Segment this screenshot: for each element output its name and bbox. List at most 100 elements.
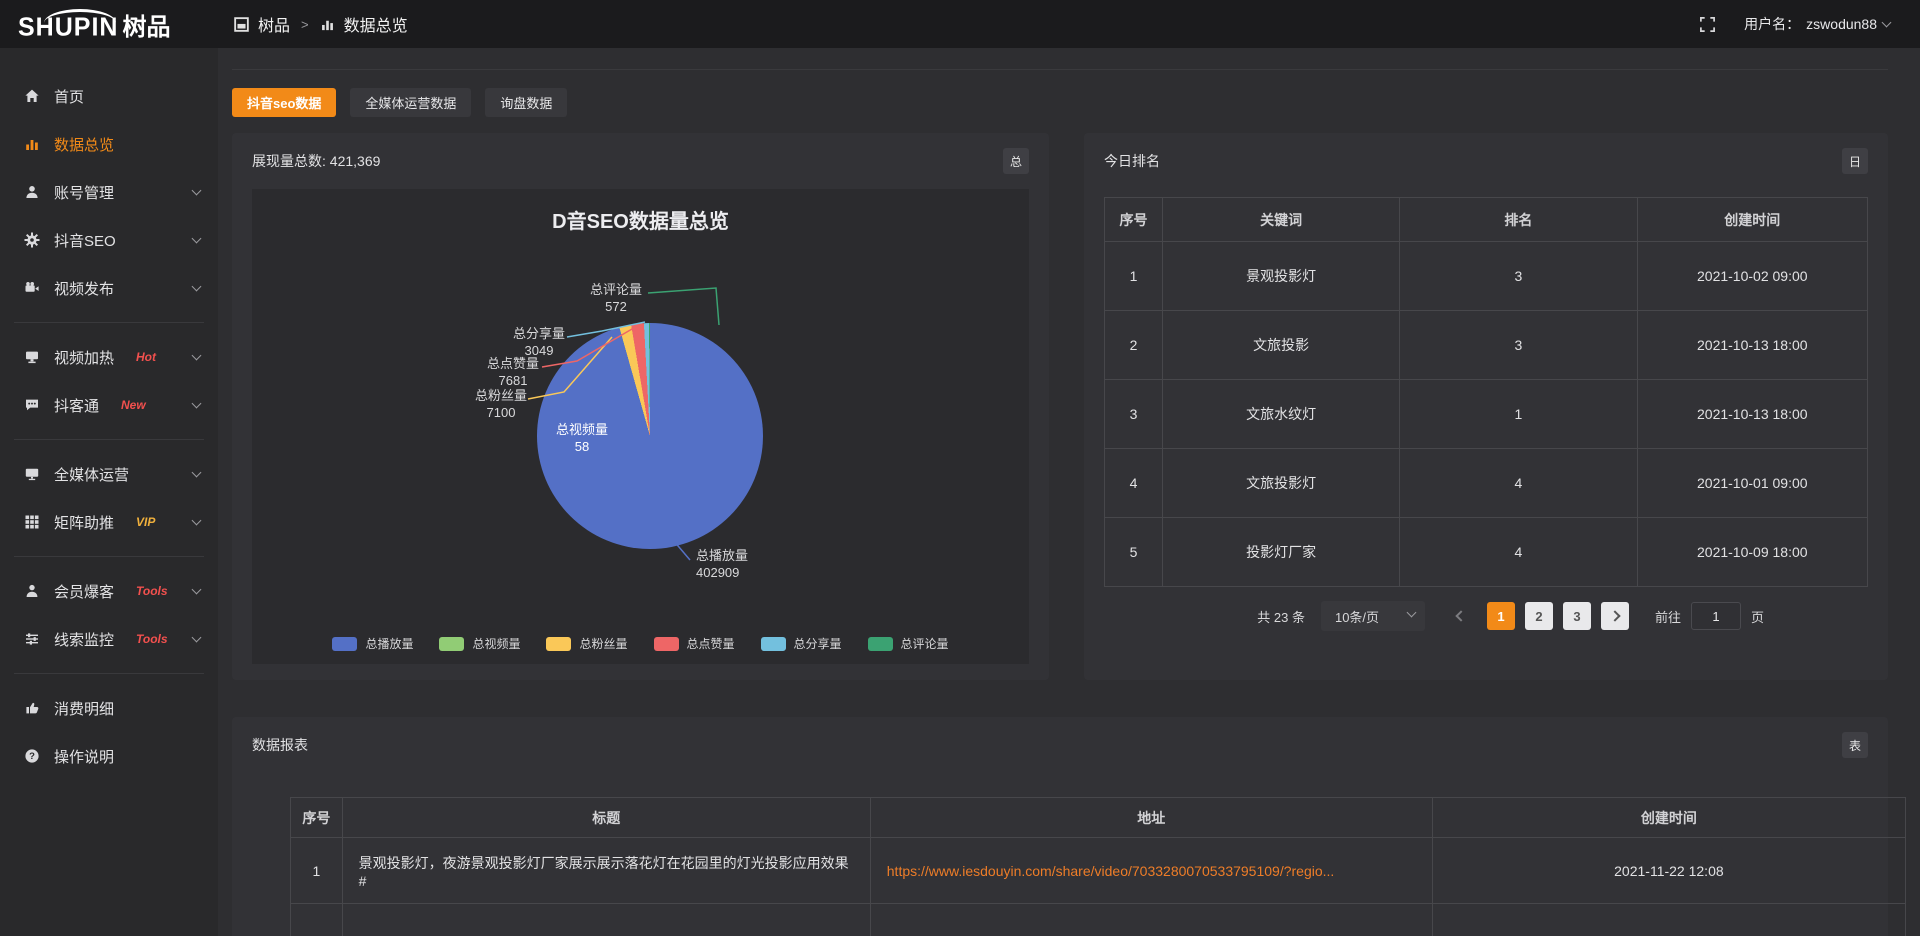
- chevron-down-icon: [192, 515, 202, 525]
- cell-title: [342, 904, 870, 936]
- chevron-down-icon: [192, 233, 202, 243]
- tab-media-operation[interactable]: 全媒体运营数据: [350, 88, 471, 117]
- breadcrumb-root[interactable]: 树品: [258, 12, 290, 36]
- legend-item-总分享量[interactable]: 总分享量: [761, 635, 842, 652]
- monitor-icon: [24, 466, 40, 482]
- fullscreen-icon[interactable]: [1699, 16, 1716, 33]
- sidebar-item-label: 抖客通: [54, 395, 99, 416]
- chat-icon: [24, 397, 40, 413]
- chevron-down-icon: [1882, 17, 1892, 27]
- username-value: zswodun88: [1806, 16, 1877, 32]
- ranking-table: 序号 关键词 排名 创建时间 1 景观投影灯 3 2021-10-02 09:0…: [1104, 197, 1868, 587]
- app-logo: SHUPIN 树品: [0, 7, 218, 42]
- sidebar-item-video-heat[interactable]: 视频加热 Hot: [0, 333, 218, 381]
- chart-title: D音SEO数据量总览: [252, 205, 1029, 234]
- sidebar-item-label: 会员爆客: [54, 581, 114, 602]
- daily-view-button[interactable]: 日: [1842, 148, 1868, 174]
- sidebar-item-label: 线索监控: [54, 629, 114, 650]
- video-link[interactable]: https://www.iesdouyin.com/share/video/70…: [887, 863, 1335, 879]
- prev-page-button[interactable]: [1447, 602, 1475, 630]
- table-row: 1 景观投影灯，夜游景观投影灯厂家展示展示落花灯在花园里的灯光投影应用效果 # …: [291, 838, 1906, 904]
- sidebar-item-label: 账号管理: [54, 182, 114, 203]
- username-dropdown[interactable]: 用户名： zswodun88: [1744, 14, 1890, 34]
- legend-swatch: [761, 637, 786, 651]
- legend-item-总播放量[interactable]: 总播放量: [332, 635, 413, 652]
- legend-swatch: [654, 637, 679, 651]
- page-button-3[interactable]: 3: [1563, 602, 1591, 630]
- chevron-down-icon: [192, 398, 202, 408]
- page-button-2[interactable]: 2: [1525, 602, 1553, 630]
- sidebar-item-matrix-boost[interactable]: 矩阵助推 VIP: [0, 498, 218, 546]
- header-divider: [232, 48, 1888, 70]
- table-row: 3 文旅水纹灯 1 2021-10-13 18:00: [1105, 380, 1868, 449]
- legend-swatch: [332, 637, 357, 651]
- page-size-select[interactable]: 10条/页: [1321, 601, 1425, 631]
- report-table: 序号 标题 地址 创建时间 1 景观投影灯，夜游景观投影灯厂家展示展示落花灯在花…: [290, 797, 1906, 936]
- chart-panel-header: 展现量总数: 421,369 总: [232, 133, 1049, 189]
- thumb-icon: [24, 700, 40, 716]
- report-panel-header: 数据报表 表: [252, 717, 1868, 773]
- sidebar-item-video-publish[interactable]: 视频发布: [0, 264, 218, 312]
- total-count: 共 23 条: [1257, 607, 1305, 626]
- grid-icon: [24, 514, 40, 530]
- sidebar-item-label: 操作说明: [54, 746, 114, 767]
- legend-label: 总评论量: [901, 635, 949, 652]
- sidebar-item-account[interactable]: 账号管理: [0, 168, 218, 216]
- cell-seq: 1: [1105, 242, 1163, 311]
- legend-item-总点赞量[interactable]: 总点赞量: [654, 635, 735, 652]
- table-view-button[interactable]: 表: [1842, 732, 1868, 758]
- next-page-button[interactable]: [1601, 602, 1629, 630]
- page-button-1[interactable]: 1: [1487, 602, 1515, 630]
- pie-label-总点赞量: 总点赞量7681: [443, 355, 583, 389]
- legend-item-总评论量[interactable]: 总评论量: [868, 635, 949, 652]
- sidebar-item-consumption-detail[interactable]: 消费明细: [0, 684, 218, 732]
- sidebar-item-douketong[interactable]: 抖客通 New: [0, 381, 218, 429]
- tab-inquiry[interactable]: 询盘数据: [485, 88, 567, 117]
- goto-page-input[interactable]: [1691, 602, 1741, 630]
- logo-text-en: SHUPIN: [18, 12, 118, 42]
- sidebar-item-label: 消费明细: [54, 698, 114, 719]
- pie-label-总粉丝量: 总粉丝量7100: [431, 387, 571, 421]
- breadcrumb-separator: >: [301, 17, 309, 32]
- cell-created: 2021-11-22 12:08: [1432, 838, 1905, 904]
- sidebar-item-douyin-seo[interactable]: 抖音SEO: [0, 216, 218, 264]
- cell-created: 2021-10-01 09:00: [1637, 449, 1867, 518]
- pagination: 共 23 条 10条/页 1 2 3 前往 页: [1104, 601, 1868, 631]
- sidebar-divider: [14, 439, 204, 440]
- sidebar-item-clue-monitor[interactable]: 线索监控 Tools: [0, 615, 218, 663]
- legend-swatch: [546, 637, 571, 651]
- legend-label: 总视频量: [472, 635, 520, 652]
- legend-label: 总分享量: [794, 635, 842, 652]
- breadcrumb-current: 数据总览: [344, 12, 408, 36]
- tab-douyin-seo[interactable]: 抖音seo数据: [232, 88, 336, 117]
- chevron-down-icon: [192, 281, 202, 291]
- cell-keyword: 文旅投影: [1162, 311, 1399, 380]
- svg-text:?: ?: [29, 751, 35, 762]
- chevron-left-icon: [1455, 610, 1466, 621]
- sidebar-item-home[interactable]: 首页: [0, 72, 218, 120]
- sidebar-item-data-overview[interactable]: 数据总览: [0, 120, 218, 168]
- sidebar-item-label: 视频加热: [54, 347, 114, 368]
- cell-keyword: 景观投影灯: [1162, 242, 1399, 311]
- cell-created: 2021-10-02 09:00: [1637, 242, 1867, 311]
- cell-keyword: 投影灯厂家: [1162, 518, 1399, 587]
- data-report-panel: 数据报表 表 序号 标题 地址 创建时间 1 景观投影灯，夜游景观投影灯厂家展示…: [232, 717, 1888, 936]
- legend-item-总视频量[interactable]: 总视频量: [439, 635, 520, 652]
- sidebar-item-media-operation[interactable]: 全媒体运营: [0, 450, 218, 498]
- app-window: SHUPIN 树品 树品 > 数据总览 用户名： zswodun88: [0, 0, 1920, 936]
- total-view-button[interactable]: 总: [1003, 148, 1029, 174]
- douyin-seo-chart-panel: 展现量总数: 421,369 总 D音SEO数据量总览 总播放量402909总视…: [232, 133, 1049, 680]
- sidebar-item-label: 抖音SEO: [54, 230, 116, 251]
- sidebar-item-help[interactable]: ? 操作说明: [0, 732, 218, 780]
- table-row-partial: [291, 904, 1906, 936]
- sidebar-item-member-baoke[interactable]: 会员爆客 Tools: [0, 567, 218, 615]
- gear-icon: [24, 232, 40, 248]
- chevron-down-icon: [192, 467, 202, 477]
- impressions-total: 展现量总数: 421,369: [252, 151, 380, 171]
- col-title: 标题: [342, 798, 870, 838]
- cell-title: 景观投影灯，夜游景观投影灯厂家展示展示落花灯在花园里的灯光投影应用效果 #: [342, 838, 870, 904]
- username-label: 用户名：: [1744, 14, 1800, 34]
- legend-item-总粉丝量[interactable]: 总粉丝量: [546, 635, 627, 652]
- cell-seq: 4: [1105, 449, 1163, 518]
- cell-keyword: 文旅水纹灯: [1162, 380, 1399, 449]
